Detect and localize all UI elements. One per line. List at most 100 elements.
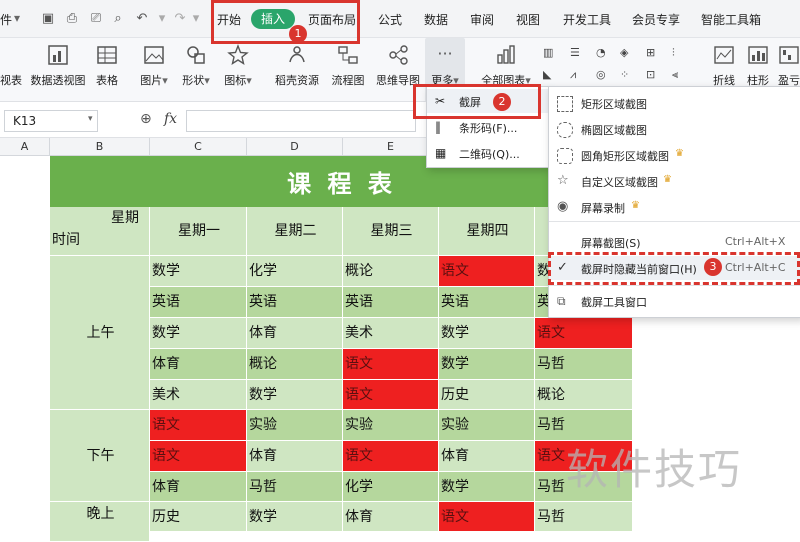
timetable-cell[interactable]: 体育 xyxy=(150,349,247,380)
surface-chart-icon[interactable]: ⫷ xyxy=(672,68,688,82)
picture-button[interactable]: 图片▾ xyxy=(134,38,174,102)
timetable-cell[interactable]: 历史 xyxy=(150,502,247,532)
timetable-cell[interactable]: 概论 xyxy=(247,349,343,380)
timetable-cell[interactable]: 语文 xyxy=(439,502,535,532)
timetable-cell[interactable]: 语文 xyxy=(535,318,633,349)
pivot-table-button[interactable]: 视表 xyxy=(0,38,22,102)
timetable-cell[interactable]: 实验 xyxy=(247,410,343,441)
line-chart-icon[interactable]: ⩘ xyxy=(570,68,586,82)
print-icon[interactable]: ⎚ xyxy=(88,11,104,27)
timetable-cell[interactable]: 体育 xyxy=(150,472,247,502)
undo-icon[interactable]: ↶ xyxy=(134,11,150,27)
zoom-search-icon[interactable]: ⊕ xyxy=(140,111,152,127)
column-header-e[interactable]: E xyxy=(343,138,439,156)
radar-chart-icon[interactable]: ◈ xyxy=(620,46,636,60)
export-pdf-icon[interactable]: ⎙ xyxy=(64,11,80,27)
timetable-cell[interactable]: 马哲 xyxy=(535,502,633,532)
timetable-cell[interactable]: 语文 xyxy=(439,256,535,287)
timetable-cell[interactable]: 数学 xyxy=(150,256,247,287)
period-cell-morning[interactable]: 上午 xyxy=(50,256,150,410)
timetable-cell[interactable]: 马哲 xyxy=(247,472,343,502)
period-cell-evening[interactable]: 晚上 xyxy=(50,502,150,542)
timetable-cell[interactable]: 语文 xyxy=(150,441,247,472)
menu-item-rounded-capture[interactable]: 圆角矩形区域截图 ♛ xyxy=(549,143,800,167)
timetable-cell[interactable]: 英语 xyxy=(150,287,247,318)
period-cell-afternoon[interactable]: 下午 xyxy=(50,410,150,502)
stock-chart-icon[interactable]: ⫶ xyxy=(672,46,688,60)
pie-chart-icon[interactable]: ◔ xyxy=(596,46,612,60)
timetable-cell[interactable]: 英语 xyxy=(343,287,439,318)
timetable-cell[interactable]: 美术 xyxy=(343,318,439,349)
menu-developer[interactable]: 开发工具 xyxy=(563,11,611,28)
timetable-cell[interactable]: 数学 xyxy=(150,318,247,349)
formula-input[interactable] xyxy=(186,110,416,132)
combo-chart-icon[interactable]: ⊞ xyxy=(646,46,662,60)
menu-smart-toolbox[interactable]: 智能工具箱 xyxy=(701,11,761,28)
timetable-cell[interactable]: 语文 xyxy=(343,380,439,410)
scatter-chart-icon[interactable]: ⁘ xyxy=(620,68,636,82)
timetable-cell[interactable]: 实验 xyxy=(439,410,535,441)
timetable-cell[interactable]: 化学 xyxy=(247,256,343,287)
timetable-cell[interactable]: 数学 xyxy=(247,380,343,410)
column-header-d[interactable]: D xyxy=(247,138,343,156)
icons-button[interactable]: 图标▾ xyxy=(218,38,258,102)
menu-data[interactable]: 数据 xyxy=(424,11,448,28)
timetable-cell[interactable]: 化学 xyxy=(343,472,439,502)
menu-review[interactable]: 审阅 xyxy=(470,11,494,28)
timetable-cell[interactable]: 数学 xyxy=(439,472,535,502)
timetable-cell[interactable]: 马哲 xyxy=(535,349,633,380)
column-header-c[interactable]: C xyxy=(150,138,247,156)
timetable-cell[interactable]: 语文 xyxy=(150,410,247,441)
menu-item-toolbar-window[interactable]: ⧉ 截屏工具窗口 xyxy=(549,289,800,313)
day-header[interactable]: 星期二 xyxy=(247,207,343,256)
timetable-cell[interactable]: 实验 xyxy=(343,410,439,441)
bar-chart-icon[interactable]: ☰ xyxy=(570,46,586,60)
day-header[interactable]: 星期三 xyxy=(343,207,439,256)
menu-item-screen-capture[interactable]: 屏幕截图(S) Ctrl+Alt+X xyxy=(549,230,800,254)
redo-icon[interactable]: ↷ xyxy=(172,11,188,27)
timetable-cell[interactable]: 数学 xyxy=(247,502,343,532)
print-preview-icon[interactable]: ⌕ xyxy=(110,11,126,27)
timetable-cell[interactable]: 体育 xyxy=(247,318,343,349)
customize-dropdown-icon[interactable]: ▾ xyxy=(188,11,204,27)
menu-item-screen-record[interactable]: ◉ 屏幕录制 ♛ xyxy=(549,195,800,219)
chevron-down-icon[interactable]: ▾ xyxy=(14,11,20,25)
waterfall-chart-icon[interactable]: ⊡ xyxy=(646,68,662,82)
column-header-b[interactable]: B xyxy=(50,138,150,156)
shapes-button[interactable]: 形状▾ xyxy=(176,38,216,102)
menu-formulas[interactable]: 公式 xyxy=(378,11,402,28)
docer-resources-button[interactable]: 稻壳资源 xyxy=(272,38,322,102)
timetable-cell[interactable]: 英语 xyxy=(439,287,535,318)
menu-file-cut[interactable]: 件 xyxy=(0,11,12,28)
timetable-cell[interactable]: 体育 xyxy=(439,441,535,472)
menu-item-qrcode[interactable]: ▦ 二维码(Q)... xyxy=(427,141,549,165)
day-header[interactable]: 星期一 xyxy=(150,207,247,256)
timetable-cell[interactable]: 英语 xyxy=(247,287,343,318)
undo-dropdown-icon[interactable]: ▾ xyxy=(154,11,170,27)
menu-view[interactable]: 视图 xyxy=(516,11,540,28)
timetable-cell[interactable]: 概论 xyxy=(535,380,633,410)
save-icon[interactable]: ▣ xyxy=(40,11,56,27)
pivot-chart-button[interactable]: 数据透视图 xyxy=(30,38,86,102)
name-box-dropdown-icon[interactable]: ▾ xyxy=(88,114,93,124)
name-box[interactable]: K13 xyxy=(4,110,98,132)
menu-member[interactable]: 会员专享 xyxy=(632,11,680,28)
timetable-cell[interactable]: 概论 xyxy=(343,256,439,287)
menu-item-custom-capture[interactable]: ☆ 自定义区域截图 ♛ xyxy=(549,169,800,193)
timetable-cell[interactable]: 体育 xyxy=(247,441,343,472)
day-header[interactable]: 星期四 xyxy=(439,207,535,256)
menu-item-rect-capture[interactable]: 矩形区域截图 xyxy=(549,91,800,115)
column-chart-icon[interactable]: ▥ xyxy=(543,46,559,60)
timetable-cell[interactable]: 数学 xyxy=(439,318,535,349)
timetable-cell[interactable]: 体育 xyxy=(343,502,439,532)
timetable-cell[interactable]: 历史 xyxy=(439,380,535,410)
timetable-cell[interactable]: 语文 xyxy=(343,441,439,472)
donut-chart-icon[interactable]: ◎ xyxy=(596,68,612,82)
column-header-a[interactable]: A xyxy=(0,138,50,156)
corner-header-cell[interactable]: 星期 时间 xyxy=(50,207,150,256)
timetable-cell[interactable]: 数学 xyxy=(439,349,535,380)
timetable-cell[interactable]: 美术 xyxy=(150,380,247,410)
area-chart-icon[interactable]: ◣ xyxy=(543,68,559,82)
timetable-cell[interactable]: 语文 xyxy=(343,349,439,380)
flowchart-button[interactable]: 流程图 xyxy=(330,38,366,102)
